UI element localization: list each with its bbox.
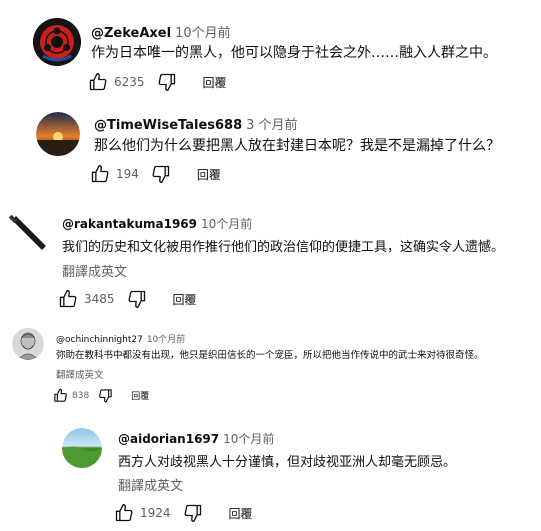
comment-text: 作为日本唯一的黑人，他可以隐身于社会之外……融入人群之中。: [91, 45, 497, 61]
timestamp[interactable]: 10个月前: [201, 217, 252, 231]
author-name[interactable]: @rakantakuma1969: [62, 217, 197, 231]
author-name[interactable]: @ZekeAxel: [91, 26, 171, 41]
comment-header: @rakantakuma1969 10个月前: [62, 215, 252, 232]
comment-text: 那么他们为什么要把黑人放在封建日本呢？我是不是漏掉了什么？: [94, 138, 500, 154]
like-button[interactable]: [58, 289, 78, 309]
comment-actions: 194 回覆: [90, 164, 221, 184]
thumbs-down-icon: [152, 165, 170, 183]
timestamp[interactable]: 3 个月前: [246, 118, 297, 133]
comment-header: @TimeWiseTales688 3 个月前: [94, 114, 298, 133]
author-name[interactable]: @TimeWiseTales688: [94, 118, 242, 133]
dislike-button[interactable]: [157, 72, 177, 92]
thumbs-down-icon: [184, 504, 201, 522]
translate-link[interactable]: 翻譯成英文: [118, 475, 183, 494]
dislike-button[interactable]: [151, 164, 171, 184]
reply-button[interactable]: 回覆: [131, 389, 149, 402]
comment-text: 我们的历史和文化被用作推行他们的政治信仰的便捷工具，这确实令人遗憾。: [62, 240, 505, 255]
comment-actions: 838 回覆: [53, 388, 149, 403]
like-count: 838: [72, 390, 90, 401]
avatar[interactable]: [33, 18, 81, 66]
comment-actions: 3485 回覆: [58, 289, 197, 309]
comment-actions: 6235 回覆: [88, 72, 227, 92]
like-count: 3485: [84, 292, 115, 306]
thumbs-up-icon: [91, 165, 109, 183]
comment-text: 西方人对歧视黑人十分谨慎，但对歧视亚洲人却毫无顾忌。: [118, 455, 457, 470]
like-button[interactable]: [90, 164, 110, 184]
comment-text: 弥助在教科书中都没有出现，他只是织田信长的一个宠臣，所以把他当作传说中的武士来对…: [56, 350, 484, 361]
reply-button[interactable]: 回覆: [229, 505, 253, 522]
thumbs-down-icon: [158, 73, 175, 92]
thumbs-up-icon: [89, 73, 107, 91]
dislike-button[interactable]: [98, 388, 113, 403]
comment-header: @ochinchinnight27 10个月前: [56, 332, 185, 345]
like-button[interactable]: [88, 72, 108, 92]
translate-link[interactable]: 翻譯成英文: [62, 261, 127, 280]
timestamp[interactable]: 10个月前: [175, 26, 231, 41]
translate-link[interactable]: 翻譯成英文: [56, 367, 104, 381]
timestamp[interactable]: 10个月前: [147, 335, 185, 345]
like-count: 194: [116, 167, 139, 181]
avatar[interactable]: [12, 328, 44, 360]
comment-header: @aidorian1697 10个月前: [118, 430, 274, 447]
thumbs-up-icon: [115, 504, 133, 522]
author-name[interactable]: @ochinchinnight27: [56, 335, 143, 345]
avatar[interactable]: [36, 112, 80, 156]
dislike-button[interactable]: [127, 289, 147, 309]
comment-header: @ZekeAxel 10个月前: [91, 22, 231, 41]
author-name[interactable]: @aidorian1697: [118, 432, 219, 446]
like-count: 1924: [140, 506, 171, 520]
reply-button[interactable]: 回覆: [173, 291, 197, 308]
reply-button[interactable]: 回覆: [197, 166, 221, 183]
reply-button[interactable]: 回覆: [203, 74, 227, 91]
thumbs-up-icon: [54, 388, 67, 402]
thumbs-down-icon: [99, 389, 112, 403]
like-button[interactable]: [53, 388, 68, 403]
avatar[interactable]: [62, 428, 102, 468]
dislike-button[interactable]: [183, 503, 203, 523]
like-count: 6235: [114, 75, 145, 89]
thumbs-down-icon: [128, 290, 145, 308]
avatar[interactable]: [6, 208, 50, 252]
like-button[interactable]: [114, 503, 134, 523]
comment-actions: 1924 回覆: [114, 503, 253, 523]
thumbs-up-icon: [59, 290, 77, 308]
timestamp[interactable]: 10个月前: [223, 432, 274, 446]
